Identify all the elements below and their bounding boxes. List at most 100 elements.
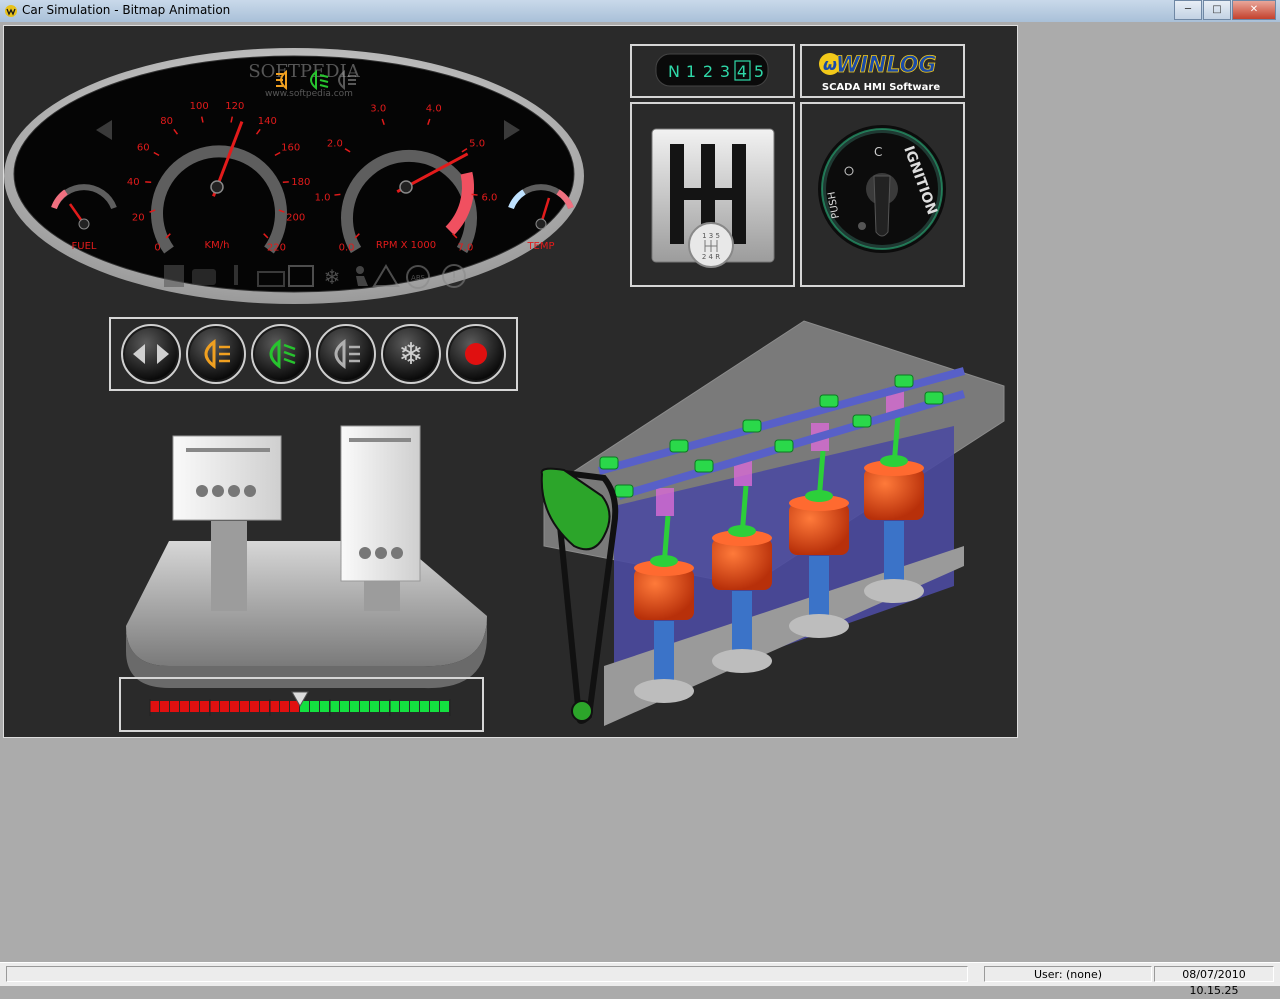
gear-5-label: 5 (754, 62, 764, 81)
throttle-segment (370, 701, 379, 712)
status-user: User: (none) (984, 966, 1152, 982)
minimize-button[interactable]: ─ (1174, 0, 1202, 20)
connecting-rod (884, 521, 904, 581)
ignition-switch[interactable]: IGNITION PUSH C (820, 127, 944, 251)
turn-signals-button[interactable] (122, 325, 180, 383)
logo-title: WINLOG (836, 53, 937, 78)
throttle-segment (400, 701, 409, 712)
gear-N-label: N (668, 62, 680, 81)
stop-button[interactable] (447, 325, 505, 383)
connecting-rod (809, 556, 829, 616)
gear-2-label: 2 (703, 62, 713, 81)
rpm-tick-label: 0.0 (339, 242, 355, 253)
throttle-segment (270, 701, 279, 712)
throttle-segment (380, 701, 389, 712)
camshaft-bearing (820, 395, 838, 407)
watermark-url: www.softpedia.com (265, 89, 353, 99)
knob-top-label: 1 3 5 (702, 232, 720, 240)
speed-tick-label: 80 (160, 116, 173, 127)
ac-button[interactable]: ❄ (382, 325, 440, 383)
throttle-segment (150, 701, 159, 712)
throttle-segment (260, 701, 269, 712)
rpm-tick-label: 6.0 (482, 192, 498, 203)
throttle-segment (180, 701, 189, 712)
logo-subtitle: SCADA HMI Software (822, 82, 940, 93)
throttle-segment (250, 701, 259, 712)
speed-tick-label: 220 (267, 242, 286, 253)
throttle-segment (160, 701, 169, 712)
camshaft-bearing (743, 420, 761, 432)
throttle-level-bar (150, 692, 450, 716)
throttle-segment (210, 701, 219, 712)
pedal-assembly (126, 426, 487, 688)
throttle-segment (420, 701, 429, 712)
crankshaft-journal (634, 679, 694, 703)
throttle-segment (320, 701, 329, 712)
throttle-segment (230, 701, 239, 712)
connecting-rod (654, 621, 674, 681)
coolant-icon (234, 265, 238, 285)
camshaft-bearing (600, 457, 618, 469)
close-button[interactable]: ✕ (1232, 0, 1276, 20)
svg-text:!: ! (452, 270, 457, 284)
accelerator-pedal[interactable] (341, 426, 420, 581)
gear-3-label: 3 (720, 62, 730, 81)
throttle-segment (410, 701, 419, 712)
window-title: Car Simulation - Bitmap Animation (22, 3, 230, 17)
abs-label: ABS (411, 274, 425, 282)
throttle-segment (240, 701, 249, 712)
key-position-icon: C (874, 145, 882, 159)
crankshaft-journal (789, 614, 849, 638)
status-bar: User: (none) 08/07/2010 10.15.25 (0, 962, 1280, 986)
throttle-segment (440, 701, 449, 712)
title-bar: Car Simulation - Bitmap Animation ─ □ ✕ (0, 0, 1280, 22)
rpm-tick-label: 7.0 (457, 242, 473, 253)
brake-pedal[interactable] (173, 436, 281, 520)
speed-tick-label: 140 (258, 116, 277, 127)
valve-spring (656, 488, 674, 516)
temp-label: TEMP (526, 241, 554, 252)
rpm-tick (334, 194, 340, 195)
fuel-pump-icon (164, 265, 184, 287)
status-datetime: 08/07/2010 10.15.25 (1154, 966, 1274, 982)
simulation-panel: SOFTPEDIA www.softpedia.com (3, 25, 1018, 738)
camshaft-bearing (695, 460, 713, 472)
throttle-segment (430, 701, 439, 712)
rpm-tick (472, 194, 478, 195)
camshaft-bearing (775, 440, 793, 452)
gear-shifter[interactable]: 1 3 5 2 4 R (652, 129, 774, 267)
camshaft-bearing (925, 392, 943, 404)
status-message (6, 966, 968, 982)
control-button-row: ❄ (122, 325, 505, 383)
gear-1-label: 1 (686, 62, 696, 81)
rpm-tick-label: 4.0 (426, 104, 442, 115)
simulation-canvas: SOFTPEDIA www.softpedia.com (4, 26, 1017, 737)
winlog-logo: ω WINLOG SCADA HMI Software (819, 53, 940, 93)
snowflake-icon: ❄ (398, 337, 423, 372)
throttle-segment (360, 701, 369, 712)
speed-unit-label: KM/h (205, 240, 230, 251)
knob-bottom-label: 2 4 R (702, 253, 720, 261)
throttle-segment (340, 701, 349, 712)
oil-can-icon (192, 269, 216, 285)
gear-4-label: 4 (737, 62, 747, 81)
camshaft-bearing (853, 415, 871, 427)
throttle-segment (330, 701, 339, 712)
throttle-segment (170, 701, 179, 712)
high-beam-button[interactable] (317, 325, 375, 383)
rpm-tick-label: 2.0 (327, 138, 343, 149)
ignition-key[interactable] (874, 176, 890, 236)
crankshaft-journal (712, 649, 772, 673)
app-icon (4, 4, 18, 18)
maximize-button[interactable]: □ (1203, 0, 1231, 20)
throttle-segment (190, 701, 199, 712)
speed-tick-label: 100 (190, 101, 209, 112)
speed-tick-label: 0 (154, 242, 160, 253)
instrument-cluster: SOFTPEDIA www.softpedia.com (4, 48, 584, 304)
rpm-tick-label: 1.0 (315, 192, 331, 203)
fog-light-button[interactable] (187, 325, 245, 383)
camshaft-bearing (670, 440, 688, 452)
red-dot-icon (465, 343, 487, 365)
low-beam-button[interactable] (252, 325, 310, 383)
speed-tick-label: 120 (225, 101, 244, 112)
